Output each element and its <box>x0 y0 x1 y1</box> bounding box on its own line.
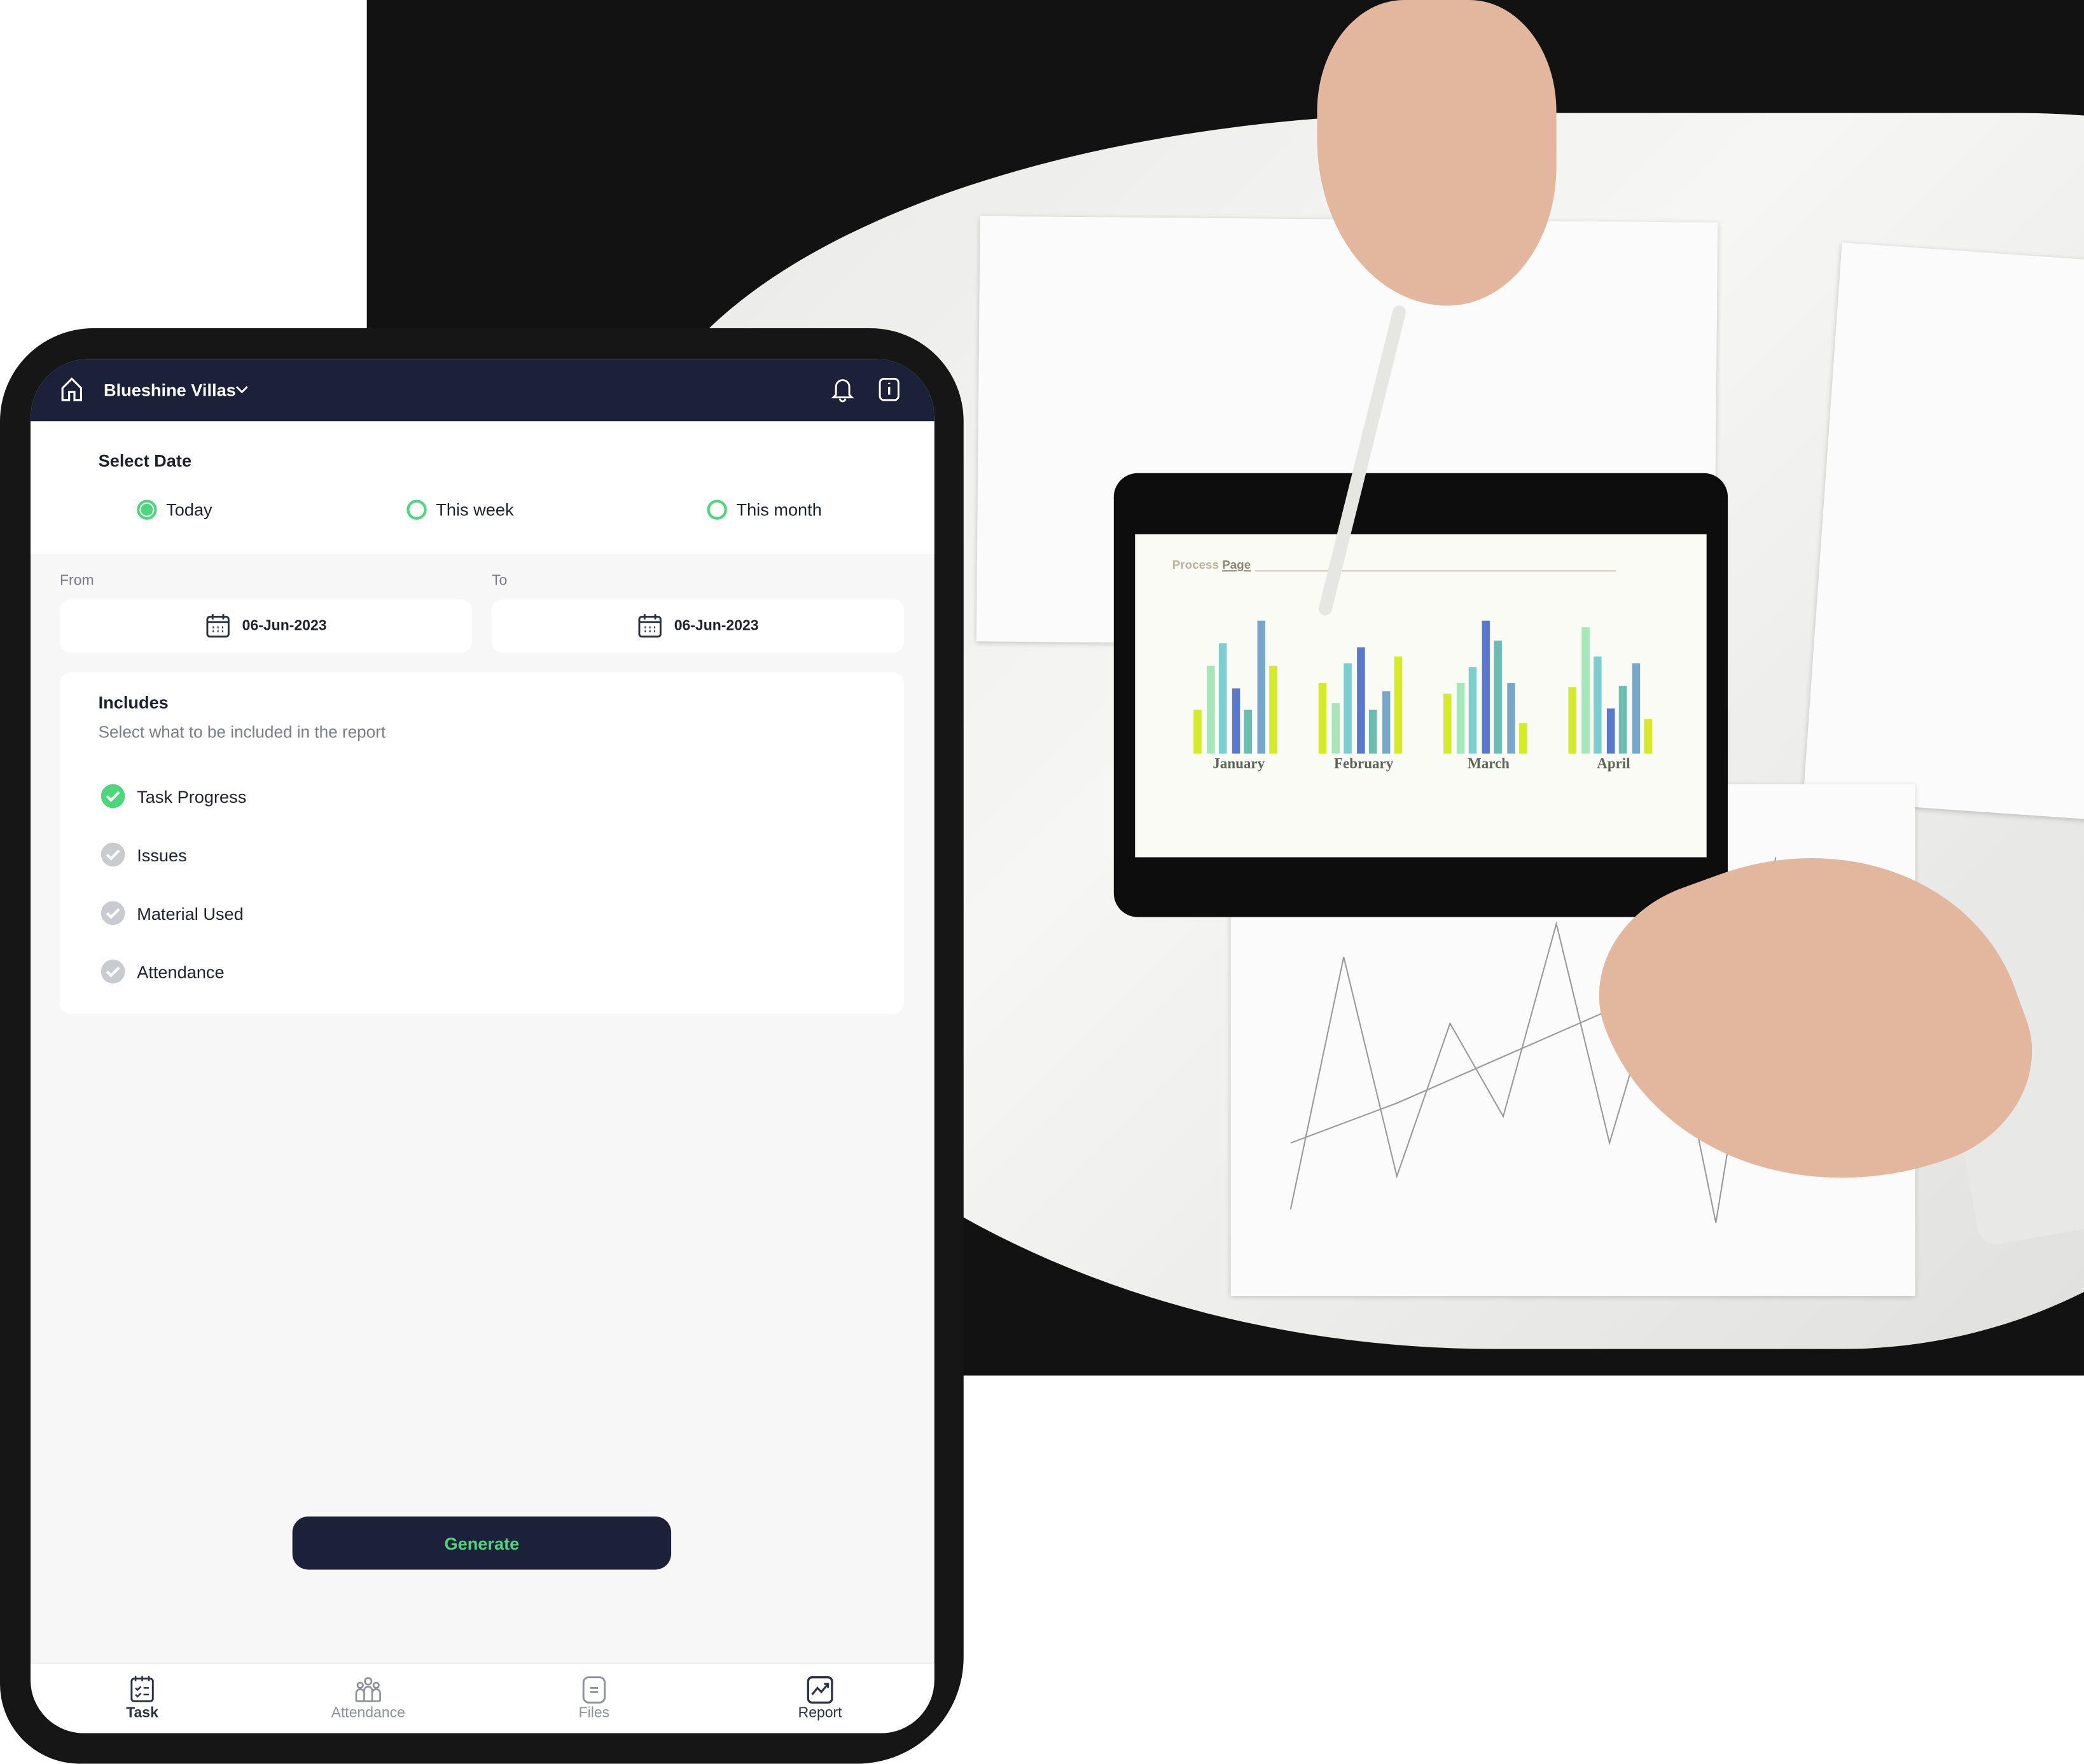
chevron-down-icon[interactable] <box>234 383 250 396</box>
tablet-bar <box>1506 683 1515 754</box>
nav-files[interactable]: Files <box>515 1675 674 1721</box>
select-date-section: Select Date Today This week This month <box>31 421 934 555</box>
nav-label: Attendance <box>331 1705 405 1721</box>
tablet-bar <box>1594 656 1602 754</box>
tablet-bar <box>1381 691 1390 754</box>
radio-this-month[interactable]: This month <box>707 499 822 520</box>
tablet-bar <box>1231 688 1240 754</box>
to-date-value: 06-Jun-2023 <box>674 618 759 634</box>
include-item-label: Attendance <box>137 961 225 982</box>
tablet-bar <box>1356 647 1365 754</box>
tablet-bar <box>1269 665 1277 754</box>
tablet-month-label: February <box>1334 756 1394 772</box>
check-icon[interactable] <box>101 901 125 926</box>
radio-circle[interactable] <box>707 499 727 520</box>
select-date-title: Select Date <box>98 450 192 471</box>
check-icon[interactable] <box>101 842 125 867</box>
nav-attendance[interactable]: Attendance <box>288 1675 448 1721</box>
nav-label: Report <box>798 1705 842 1721</box>
nav-label: Files <box>578 1705 610 1721</box>
project-selector[interactable]: Blueshine Villas <box>104 380 236 400</box>
includes-card: Includes Select what to be included in t… <box>60 672 904 1015</box>
divider <box>1254 570 1616 572</box>
radio-today[interactable]: Today <box>137 499 212 520</box>
radio-label: This week <box>436 499 514 520</box>
tablet-bar <box>1368 709 1377 754</box>
include-item-label: Issues <box>137 844 187 865</box>
report-icon <box>807 1676 833 1704</box>
tablet-bar <box>1443 693 1452 754</box>
tablet-bar <box>1193 709 1202 754</box>
tablet-bar <box>1206 665 1214 754</box>
tablet-bar <box>1244 709 1253 754</box>
include-item-material-used[interactable]: Material Used <box>101 901 244 926</box>
radio-label: This month <box>736 499 822 520</box>
check-icon[interactable] <box>101 959 125 984</box>
tablet-bar <box>1344 663 1352 754</box>
to-date-field[interactable]: 06-Jun-2023 <box>492 599 904 653</box>
include-item-task-progress[interactable]: Task Progress <box>101 784 247 809</box>
info-icon[interactable] <box>877 376 901 403</box>
tablet-bar <box>1631 663 1640 754</box>
tablet-bar <box>1331 703 1339 754</box>
tablet-bar-group: March <box>1435 608 1541 772</box>
radio-this-week[interactable]: This week <box>406 499 514 520</box>
tablet-bar <box>1494 641 1502 754</box>
tablet-bar <box>1455 683 1464 754</box>
home-icon[interactable] <box>59 376 85 403</box>
includes-title: Includes <box>98 692 169 712</box>
calendar-icon <box>638 614 662 638</box>
tablet-bar <box>1256 620 1265 754</box>
to-label: To <box>492 573 508 589</box>
from-date-field[interactable]: 06-Jun-2023 <box>60 599 472 653</box>
tablet-bar <box>1618 686 1627 754</box>
tablet-month-label: March <box>1468 756 1510 772</box>
tablet-screen: Process Page January February March April <box>1135 534 1707 858</box>
generate-button[interactable]: Generate <box>292 1516 672 1570</box>
bottom-nav: Task Attendance Files Report <box>31 1662 934 1733</box>
tablet-bar <box>1519 723 1527 754</box>
tablet-bar <box>1218 643 1227 754</box>
tablet-bar <box>1644 719 1652 754</box>
task-icon <box>130 1676 154 1702</box>
include-item-label: Material Used <box>137 903 244 924</box>
include-item-attendance[interactable]: Attendance <box>101 959 225 984</box>
tablet-bar-group: January <box>1186 608 1292 772</box>
radio-circle[interactable] <box>406 499 427 520</box>
from-label: From <box>60 573 94 589</box>
tablet: Process Page January February March April <box>1113 473 1728 917</box>
tablet-title: Process Page <box>1172 559 1251 572</box>
files-icon <box>582 1676 606 1704</box>
calendar-icon <box>206 614 230 638</box>
tablet-title-b: Page <box>1222 558 1251 572</box>
attendance-icon <box>355 1677 381 1702</box>
nav-label: Task <box>126 1705 158 1721</box>
tablet-bar <box>1568 687 1576 754</box>
include-item-issues[interactable]: Issues <box>101 842 187 867</box>
tablet-month-label: January <box>1212 756 1265 772</box>
app-header: Blueshine Villas <box>31 359 934 422</box>
tablet-bar-group: February <box>1310 608 1417 772</box>
includes-subtitle: Select what to be included in the report <box>98 723 386 742</box>
include-item-label: Task Progress <box>137 786 247 807</box>
tablet-month-label: April <box>1597 756 1630 772</box>
from-date-value: 06-Jun-2023 <box>242 618 327 634</box>
nav-report[interactable]: Report <box>740 1675 900 1721</box>
tablet-bar-group: April <box>1560 608 1667 772</box>
tablet-title-a: Process <box>1172 558 1219 572</box>
paper-sheet <box>1803 242 2084 821</box>
radio-label: Today <box>166 499 212 520</box>
check-icon[interactable] <box>101 784 125 809</box>
tablet-bar <box>1468 667 1477 754</box>
radio-circle[interactable] <box>137 499 157 520</box>
tablet-bar <box>1606 708 1615 754</box>
bell-icon[interactable] <box>831 376 855 403</box>
tablet-bar <box>1481 620 1490 754</box>
tablet-bar <box>1394 656 1403 754</box>
nav-task[interactable]: Task <box>62 1675 222 1721</box>
app-screen: Blueshine Villas Select Date Today This … <box>31 359 934 1733</box>
tablet-bar <box>1318 683 1327 754</box>
tablet-bar <box>1581 627 1589 754</box>
